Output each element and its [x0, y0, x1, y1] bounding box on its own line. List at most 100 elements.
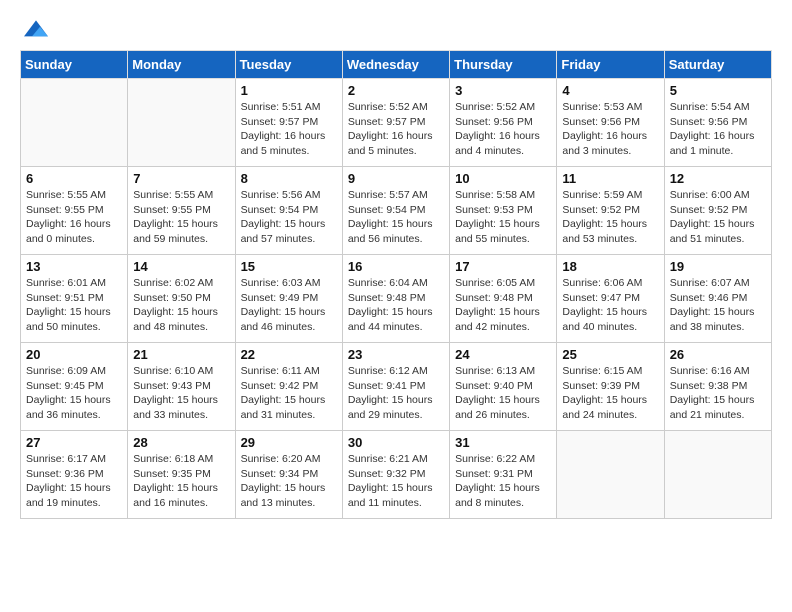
day-info: Sunrise: 5:59 AM Sunset: 9:52 PM Dayligh…	[562, 188, 658, 247]
day-number: 12	[670, 171, 766, 186]
day-number: 22	[241, 347, 337, 362]
day-number: 15	[241, 259, 337, 274]
day-number: 29	[241, 435, 337, 450]
calendar-cell: 18 Sunrise: 6:06 AM Sunset: 9:47 PM Dayli…	[557, 255, 664, 343]
day-info: Sunrise: 5:57 AM Sunset: 9:54 PM Dayligh…	[348, 188, 444, 247]
day-info: Sunrise: 6:09 AM Sunset: 9:45 PM Dayligh…	[26, 364, 122, 423]
day-header-thursday: Thursday	[450, 51, 557, 79]
calendar-cell	[128, 79, 235, 167]
calendar-cell: 25 Sunrise: 6:15 AM Sunset: 9:39 PM Dayli…	[557, 343, 664, 431]
day-number: 24	[455, 347, 551, 362]
calendar-cell: 16Sunrise: 6:04 AM Sunset: 9:48 PM Dayli…	[342, 255, 449, 343]
day-number: 30	[348, 435, 444, 450]
day-number: 2	[348, 83, 444, 98]
calendar-cell: 21Sunrise: 6:10 AM Sunset: 9:43 PM Dayli…	[128, 343, 235, 431]
calendar-cell: 24 Sunrise: 6:13 AM Sunset: 9:40 PM Dayli…	[450, 343, 557, 431]
calendar-cell: 19 Sunrise: 6:07 AM Sunset: 9:46 PM Dayli…	[664, 255, 771, 343]
day-header-wednesday: Wednesday	[342, 51, 449, 79]
calendar-cell: 2 Sunrise: 5:52 AM Sunset: 9:57 PM Daylig…	[342, 79, 449, 167]
calendar-cell: 26 Sunrise: 6:16 AM Sunset: 9:38 PM Dayli…	[664, 343, 771, 431]
calendar-cell: 23 Sunrise: 6:12 AM Sunset: 9:41 PM Dayli…	[342, 343, 449, 431]
day-info: Sunrise: 6:01 AM Sunset: 9:51 PM Dayligh…	[26, 276, 122, 335]
day-number: 23	[348, 347, 444, 362]
day-info: Sunrise: 5:54 AM Sunset: 9:56 PM Dayligh…	[670, 100, 766, 159]
day-number: 9	[348, 171, 444, 186]
day-number: 8	[241, 171, 337, 186]
calendar-cell: 9 Sunrise: 5:57 AM Sunset: 9:54 PM Daylig…	[342, 167, 449, 255]
day-number: 31	[455, 435, 551, 450]
calendar-cell: 30 Sunrise: 6:21 AM Sunset: 9:32 PM Dayli…	[342, 431, 449, 519]
day-header-tuesday: Tuesday	[235, 51, 342, 79]
logo	[20, 20, 48, 40]
calendar-cell: 29 Sunrise: 6:20 AM Sunset: 9:34 PM Dayli…	[235, 431, 342, 519]
day-info: Sunrise: 6:18 AM Sunset: 9:35 PM Dayligh…	[133, 452, 229, 511]
day-number: 21	[133, 347, 229, 362]
calendar-cell: 11Sunrise: 5:59 AM Sunset: 9:52 PM Dayli…	[557, 167, 664, 255]
page-header	[20, 20, 772, 40]
day-number: 20	[26, 347, 122, 362]
day-info: Sunrise: 6:02 AM Sunset: 9:50 PM Dayligh…	[133, 276, 229, 335]
day-header-friday: Friday	[557, 51, 664, 79]
day-info: Sunrise: 6:07 AM Sunset: 9:46 PM Dayligh…	[670, 276, 766, 335]
day-number: 5	[670, 83, 766, 98]
day-number: 1	[241, 83, 337, 98]
day-info: Sunrise: 5:55 AM Sunset: 9:55 PM Dayligh…	[133, 188, 229, 247]
day-number: 3	[455, 83, 551, 98]
calendar-cell: 7 Sunrise: 5:55 AM Sunset: 9:55 PM Daylig…	[128, 167, 235, 255]
day-info: Sunrise: 5:52 AM Sunset: 9:56 PM Dayligh…	[455, 100, 551, 159]
day-info: Sunrise: 6:05 AM Sunset: 9:48 PM Dayligh…	[455, 276, 551, 335]
day-number: 19	[670, 259, 766, 274]
day-header-sunday: Sunday	[21, 51, 128, 79]
day-number: 14	[133, 259, 229, 274]
day-info: Sunrise: 5:52 AM Sunset: 9:57 PM Dayligh…	[348, 100, 444, 159]
calendar-cell: 15 Sunrise: 6:03 AM Sunset: 9:49 PM Dayli…	[235, 255, 342, 343]
calendar-cell: 20 Sunrise: 6:09 AM Sunset: 9:45 PM Dayli…	[21, 343, 128, 431]
day-info: Sunrise: 6:12 AM Sunset: 9:41 PM Dayligh…	[348, 364, 444, 423]
day-info: Sunrise: 6:16 AM Sunset: 9:38 PM Dayligh…	[670, 364, 766, 423]
day-info: Sunrise: 6:20 AM Sunset: 9:34 PM Dayligh…	[241, 452, 337, 511]
day-number: 16	[348, 259, 444, 274]
calendar-cell: 13 Sunrise: 6:01 AM Sunset: 9:51 PM Dayli…	[21, 255, 128, 343]
day-number: 7	[133, 171, 229, 186]
day-info: Sunrise: 6:13 AM Sunset: 9:40 PM Dayligh…	[455, 364, 551, 423]
day-info: Sunrise: 6:06 AM Sunset: 9:47 PM Dayligh…	[562, 276, 658, 335]
day-number: 6	[26, 171, 122, 186]
calendar-cell: 12 Sunrise: 6:00 AM Sunset: 9:52 PM Dayli…	[664, 167, 771, 255]
day-header-saturday: Saturday	[664, 51, 771, 79]
day-info: Sunrise: 6:17 AM Sunset: 9:36 PM Dayligh…	[26, 452, 122, 511]
day-info: Sunrise: 6:22 AM Sunset: 9:31 PM Dayligh…	[455, 452, 551, 511]
day-number: 4	[562, 83, 658, 98]
day-number: 27	[26, 435, 122, 450]
calendar-cell: 28 Sunrise: 6:18 AM Sunset: 9:35 PM Dayli…	[128, 431, 235, 519]
day-info: Sunrise: 6:15 AM Sunset: 9:39 PM Dayligh…	[562, 364, 658, 423]
logo-icon	[24, 20, 48, 40]
calendar-cell	[557, 431, 664, 519]
day-info: Sunrise: 6:03 AM Sunset: 9:49 PM Dayligh…	[241, 276, 337, 335]
day-number: 17	[455, 259, 551, 274]
calendar-cell: 17 Sunrise: 6:05 AM Sunset: 9:48 PM Dayli…	[450, 255, 557, 343]
calendar-cell: 5 Sunrise: 5:54 AM Sunset: 9:56 PM Daylig…	[664, 79, 771, 167]
day-number: 13	[26, 259, 122, 274]
day-info: Sunrise: 6:00 AM Sunset: 9:52 PM Dayligh…	[670, 188, 766, 247]
day-number: 18	[562, 259, 658, 274]
calendar-cell: 22 Sunrise: 6:11 AM Sunset: 9:42 PM Dayli…	[235, 343, 342, 431]
calendar-cell: 14 Sunrise: 6:02 AM Sunset: 9:50 PM Dayli…	[128, 255, 235, 343]
day-number: 25	[562, 347, 658, 362]
calendar-cell: 31 Sunrise: 6:22 AM Sunset: 9:31 PM Dayli…	[450, 431, 557, 519]
calendar-cell: 1 Sunrise: 5:51 AM Sunset: 9:57 PM Daylig…	[235, 79, 342, 167]
day-header-monday: Monday	[128, 51, 235, 79]
day-info: Sunrise: 6:21 AM Sunset: 9:32 PM Dayligh…	[348, 452, 444, 511]
calendar-cell: 10Sunrise: 5:58 AM Sunset: 9:53 PM Dayli…	[450, 167, 557, 255]
day-number: 26	[670, 347, 766, 362]
day-info: Sunrise: 5:51 AM Sunset: 9:57 PM Dayligh…	[241, 100, 337, 159]
calendar-cell: 27 Sunrise: 6:17 AM Sunset: 9:36 PM Dayli…	[21, 431, 128, 519]
day-info: Sunrise: 5:53 AM Sunset: 9:56 PM Dayligh…	[562, 100, 658, 159]
calendar-cell	[21, 79, 128, 167]
day-info: Sunrise: 6:11 AM Sunset: 9:42 PM Dayligh…	[241, 364, 337, 423]
calendar-table: SundayMondayTuesdayWednesdayThursdayFrid…	[20, 50, 772, 519]
calendar-cell: 3 Sunrise: 5:52 AM Sunset: 9:56 PM Daylig…	[450, 79, 557, 167]
day-number: 28	[133, 435, 229, 450]
day-info: Sunrise: 5:58 AM Sunset: 9:53 PM Dayligh…	[455, 188, 551, 247]
calendar-cell: 6 Sunrise: 5:55 AM Sunset: 9:55 PM Daylig…	[21, 167, 128, 255]
day-info: Sunrise: 5:55 AM Sunset: 9:55 PM Dayligh…	[26, 188, 122, 247]
